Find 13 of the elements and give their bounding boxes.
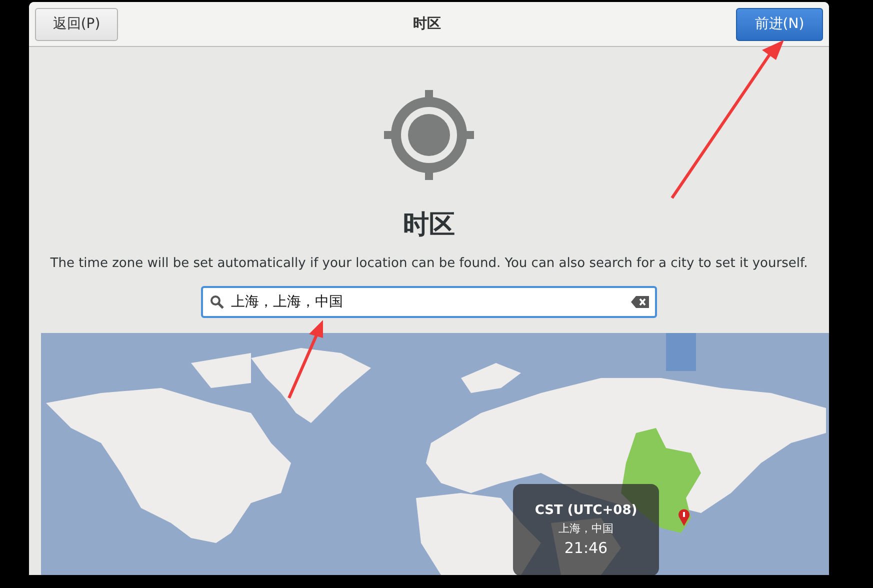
next-button[interactable]: 前进(N) xyxy=(736,8,823,40)
description-text: The time zone will be set automatically if your location can be found. You can also search for a city to set it yourself. xyxy=(50,256,808,271)
time-label: 21:46 xyxy=(564,539,608,557)
city-label: 上海，中国 xyxy=(558,521,614,536)
search-field[interactable]: 上海，上海，中国 xyxy=(201,286,657,318)
back-button[interactable]: 返回(P) xyxy=(35,8,118,40)
world-map[interactable]: CST (UTC+08) 上海，中国 21:46 xyxy=(41,333,829,575)
page-heading: 时区 xyxy=(403,209,455,242)
location-target-icon xyxy=(384,90,474,180)
window-title: 时区 xyxy=(413,15,441,33)
clear-icon[interactable] xyxy=(631,296,649,308)
timezone-label: CST (UTC+08) xyxy=(534,503,638,518)
location-pin-icon xyxy=(678,509,690,526)
